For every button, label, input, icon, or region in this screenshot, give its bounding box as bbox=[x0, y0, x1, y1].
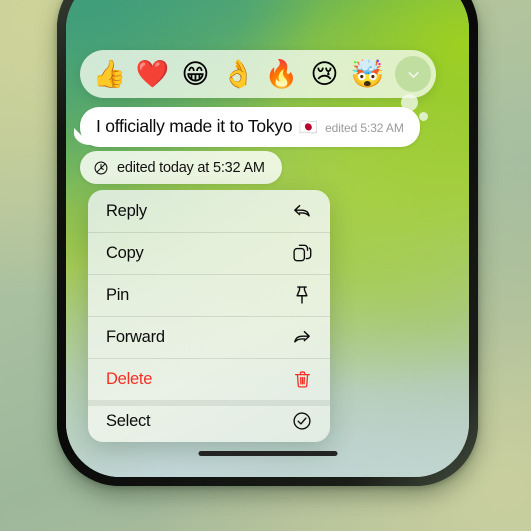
menu-item-copy[interactable]: Copy bbox=[88, 232, 330, 274]
reaction-bar[interactable]: 👍 ❤️ 😁 👌 🔥 😢 🤯 bbox=[80, 50, 436, 98]
check-circle-icon bbox=[291, 410, 313, 432]
menu-item-select[interactable]: Select bbox=[88, 400, 330, 442]
menu-item-copy-label: Copy bbox=[106, 243, 144, 262]
menu-item-forward-label: Forward bbox=[106, 327, 165, 346]
menu-item-select-label: Select bbox=[106, 411, 151, 430]
reaction-grinning-face-icon[interactable]: 😁 bbox=[174, 61, 217, 88]
forward-arrow-icon bbox=[291, 326, 313, 348]
phone-screen: 👍 ❤️ 😁 👌 🔥 😢 🤯 I officially made it to T… bbox=[66, 0, 469, 477]
message-text: I officially made it to Tokyo bbox=[96, 116, 293, 136]
message-bubble[interactable]: I officially made it to Tokyo 🇯🇵 edited … bbox=[80, 107, 420, 147]
menu-item-reply[interactable]: Reply bbox=[88, 190, 330, 232]
reply-arrow-icon bbox=[291, 200, 313, 222]
menu-item-delete-label: Delete bbox=[106, 369, 153, 388]
message-context-menu: Reply Copy Pin Forward Delete Select bbox=[88, 190, 330, 442]
menu-item-reply-label: Reply bbox=[106, 201, 147, 220]
menu-item-delete[interactable]: Delete bbox=[88, 358, 330, 400]
menu-item-forward[interactable]: Forward bbox=[88, 316, 330, 358]
pushpin-icon bbox=[291, 284, 313, 306]
reaction-red-heart-icon[interactable]: ❤️ bbox=[131, 61, 174, 88]
clock-slash-icon bbox=[93, 160, 109, 176]
reaction-tail-small-dot bbox=[419, 112, 428, 121]
reaction-crying-face-icon[interactable]: 😢 bbox=[303, 61, 346, 88]
reaction-ok-hand-icon[interactable]: 👌 bbox=[217, 61, 260, 88]
edited-banner-text: edited today at 5:32 AM bbox=[117, 159, 265, 176]
message-row: I officially made it to Tokyo 🇯🇵 edited … bbox=[80, 107, 420, 147]
chevron-down-icon[interactable] bbox=[395, 56, 431, 92]
menu-item-pin[interactable]: Pin bbox=[88, 274, 330, 316]
message-edited-timestamp: edited 5:32 AM bbox=[325, 121, 404, 135]
home-indicator[interactable] bbox=[198, 451, 337, 456]
reaction-thumbs-up-icon[interactable]: 👍 bbox=[88, 61, 131, 88]
reaction-fire-icon[interactable]: 🔥 bbox=[260, 61, 303, 88]
copy-documents-icon bbox=[291, 242, 313, 264]
menu-item-pin-label: Pin bbox=[106, 285, 130, 304]
phone-device: 👍 ❤️ 😁 👌 🔥 😢 🤯 I officially made it to T… bbox=[57, 0, 478, 486]
reaction-bar-container: 👍 ❤️ 😁 👌 🔥 😢 🤯 bbox=[80, 50, 436, 121]
reaction-exploding-head-icon[interactable]: 🤯 bbox=[346, 61, 389, 88]
scene: 👍 ❤️ 😁 👌 🔥 😢 🤯 I officially made it to T… bbox=[0, 0, 531, 531]
edited-banner[interactable]: edited today at 5:32 AM bbox=[80, 151, 282, 184]
trash-icon bbox=[292, 369, 313, 390]
japan-flag-icon: 🇯🇵 bbox=[299, 118, 319, 136]
